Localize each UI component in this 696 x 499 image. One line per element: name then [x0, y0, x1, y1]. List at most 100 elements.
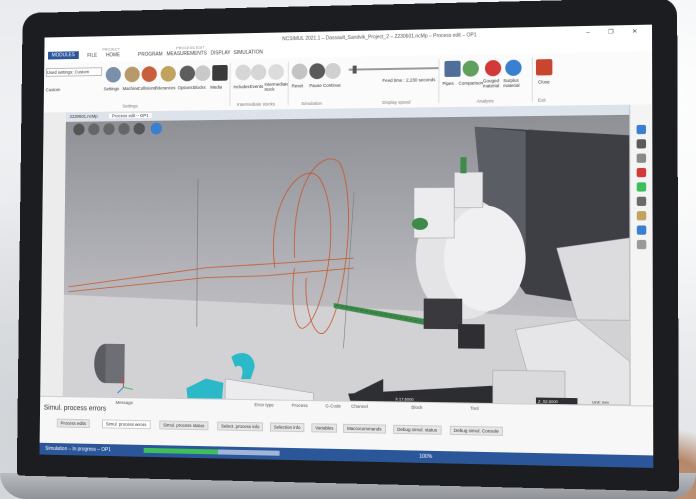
tolerances-icon[interactable]: [161, 66, 176, 82]
comparison-icon[interactable]: [463, 60, 479, 76]
separator: [532, 57, 533, 101]
col-channel: Channel: [351, 404, 368, 409]
right-toolbar: [629, 104, 653, 405]
pipes-icon[interactable]: [444, 61, 460, 77]
tab-process-edits[interactable]: Process edits: [57, 419, 90, 428]
speed-slider-track[interactable]: [349, 67, 439, 71]
tab-program[interactable]: PROGRAM: [138, 52, 163, 58]
group-exit: Exit: [538, 98, 546, 103]
col-process: Process: [292, 403, 308, 408]
close-label: Close: [538, 79, 550, 84]
workpiece: [94, 344, 125, 384]
media-icon[interactable]: [212, 65, 228, 81]
tab-debug-console[interactable]: Debug simul. Console: [450, 426, 503, 436]
tab-simulation[interactable]: SIMULATION: [234, 50, 263, 56]
close-icon[interactable]: [536, 59, 552, 75]
includes-label: Includes: [233, 84, 249, 89]
simulation-progress-fill: [144, 448, 218, 455]
view-side-icon[interactable]: [637, 154, 646, 163]
simulation-progress: [144, 448, 280, 456]
group-display-speed: Display speed: [382, 100, 410, 105]
group-simulation: Simulation: [301, 101, 322, 106]
tab-simul-process-errors[interactable]: Simul. process errors: [102, 419, 150, 429]
machine-label: Machine: [123, 86, 139, 91]
tab-selection-info[interactable]: Selection info: [270, 422, 305, 432]
window-controls[interactable]: – ❐ ✕: [586, 28, 645, 36]
custom-label: Custom: [46, 87, 60, 92]
options-icon[interactable]: [180, 66, 195, 82]
pause-icon[interactable]: [309, 63, 325, 79]
continue-label: Continue: [323, 83, 341, 88]
doc-tab-process-edit[interactable]: Process edit – OP1: [109, 113, 151, 118]
includes-icon[interactable]: [235, 65, 251, 81]
group-settings: Settings: [122, 103, 137, 108]
events-label: Events: [250, 84, 263, 89]
separator: [229, 63, 230, 106]
surplus-material-icon[interactable]: [505, 60, 521, 76]
view-top-icon[interactable]: [637, 139, 646, 148]
lighting-icon[interactable]: [637, 211, 646, 220]
status-percent: 100%: [419, 454, 432, 460]
view-front-icon[interactable]: [637, 125, 646, 134]
gouged-material-icon[interactable]: [485, 60, 501, 76]
separator: [438, 59, 439, 103]
group-analysis: Analysis: [477, 98, 494, 103]
machine-icon[interactable]: [125, 67, 140, 83]
panel-title: Simul. process errors: [44, 405, 106, 413]
col-block: Block: [411, 405, 422, 410]
group-intermediate-stocks: Intermediate stocks: [237, 102, 275, 107]
collisions-icon[interactable]: [142, 66, 157, 82]
settings-dropdown[interactable]: Used settings: Custom: [46, 67, 102, 77]
window-title: NCSIMUL 2021.1 – Dassault_Sandvik_Projec…: [282, 32, 476, 42]
reset-label: Reset: [292, 83, 304, 88]
col-gcode: G-Code: [325, 403, 341, 408]
transparency-icon[interactable]: [637, 197, 646, 206]
col-error-type: Error type: [254, 402, 273, 407]
tab-measurements[interactable]: MEASUREMENTS: [166, 51, 206, 58]
tab-variables[interactable]: Variables: [311, 423, 337, 433]
separator: [288, 62, 289, 105]
surplus-material-label: Surplus material: [503, 78, 528, 88]
speed-slider-knob[interactable]: [353, 66, 357, 74]
tab-home[interactable]: HOME: [106, 52, 120, 58]
feed-time: Feed time : 2,230 seconds: [382, 77, 435, 83]
events-icon[interactable]: [251, 64, 267, 80]
col-tool: Tool: [470, 406, 478, 411]
options-label: Options: [178, 85, 193, 90]
screen: NCSIMUL 2021.1 – Dassault_Sandvik_Projec…: [39, 25, 653, 468]
ribbon: Used settings: Custom Custom Settings Ma…: [44, 51, 653, 113]
context-project: PROJECT: [102, 47, 120, 52]
view-toolbar[interactable]: [73, 123, 162, 136]
status-text: Simulation – In progress – OP1: [45, 446, 111, 453]
laptop: NCSIMUL 2021.1 – Dassault_Sandvik_Projec…: [0, 0, 696, 499]
settings-label: Settings: [104, 86, 119, 91]
pipes-label: Pipes: [442, 81, 453, 86]
context-process-edit: PROCESS EDIT: [176, 45, 205, 50]
doc-tab-project[interactable]: 2230601.ncMp: [70, 114, 98, 119]
measure-icon[interactable]: [637, 182, 646, 191]
tab-select-process-info[interactable]: Select. process info: [217, 422, 263, 432]
laptop-bezel: NCSIMUL 2021.1 – Dassault_Sandvik_Projec…: [17, 0, 679, 492]
tab-display[interactable]: DISPLAY: [210, 50, 230, 56]
tab-debug-status[interactable]: Debug simul. status: [393, 425, 441, 435]
section-icon[interactable]: [637, 168, 646, 177]
3d-viewport[interactable]: X 17.6000 Z -52.6000 Unit: mm: [63, 115, 630, 405]
grid-icon[interactable]: [637, 240, 646, 249]
gouged-material-label: Gouged material: [483, 78, 505, 88]
camera-icon[interactable]: [637, 225, 646, 234]
reset-icon[interactable]: [292, 63, 308, 79]
tab-macrocommands[interactable]: Macrocommands: [343, 424, 386, 434]
machine-scene: X 17.6000 Z -52.6000 Unit: mm: [63, 115, 630, 405]
blocks-icon[interactable]: [195, 65, 210, 81]
col-message: Message: [116, 400, 133, 405]
media-label: Media: [210, 85, 222, 90]
tab-modules[interactable]: MODULES: [48, 51, 79, 59]
tab-simul-process-status[interactable]: Simul. process status: [159, 420, 208, 430]
collisions-label: Collisions: [138, 86, 156, 91]
settings-icon[interactable]: [106, 67, 121, 83]
comparison-label: Comparison: [459, 80, 484, 85]
continue-icon[interactable]: [325, 63, 341, 79]
pause-label: Pause: [309, 83, 322, 88]
intermediate-stock-icon[interactable]: [268, 64, 284, 80]
tab-file[interactable]: FILE: [87, 53, 97, 59]
